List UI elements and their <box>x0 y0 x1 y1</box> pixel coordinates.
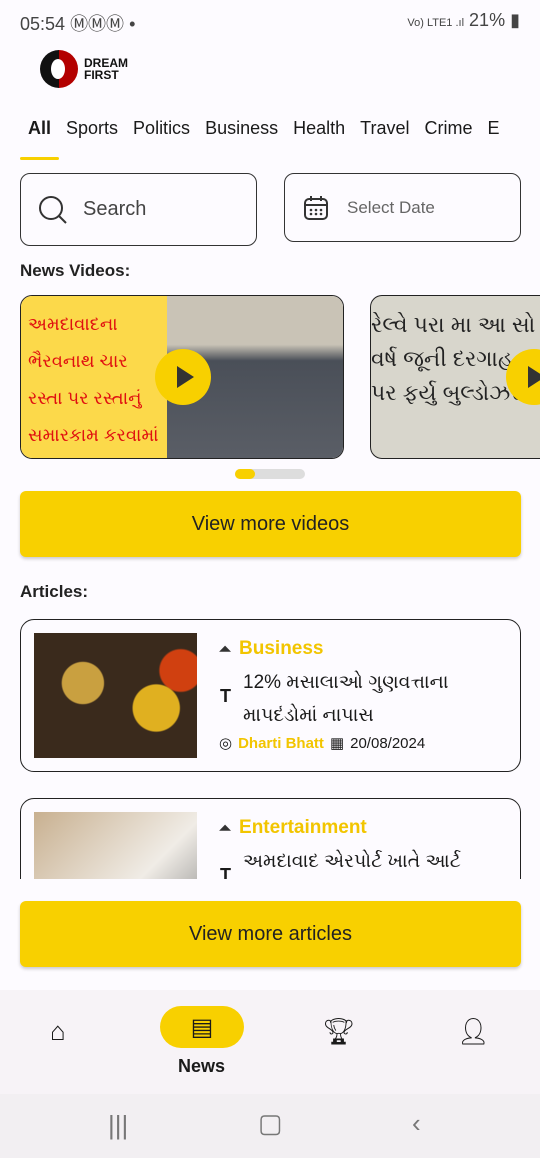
view-more-articles-button[interactable]: View more articles <box>20 901 521 967</box>
tab-politics[interactable]: Politics <box>133 118 190 139</box>
tab-crime[interactable]: Crime <box>424 118 472 139</box>
notification-icons: ⓂⓂⓂ • <box>70 14 136 34</box>
nav-news-label[interactable]: News <box>178 1056 225 1077</box>
battery-icon: ▮ <box>510 10 520 30</box>
search-icon <box>39 195 67 224</box>
play-icon[interactable] <box>155 349 211 405</box>
author-icon: ◎ <box>219 735 233 752</box>
category-tabs: All Sports Politics Business Health Trav… <box>28 118 500 139</box>
tab-sports[interactable]: Sports <box>66 118 118 139</box>
home-icon[interactable]: ⌂ <box>50 1016 66 1047</box>
active-tab-indicator <box>20 157 59 160</box>
status-bar: 05:54 ⓂⓂⓂ • Vo) LTE1 .ıl 21% ▮ <box>0 0 540 40</box>
video-card[interactable]: અમદાવાદના ભૈરવનાથ ચાર રસ્તા પર રસ્તાનું … <box>20 295 344 459</box>
tab-health[interactable]: Health <box>293 118 345 139</box>
article-title: 12% મસાલાઓ ગુણવત્તાના માપદંડોમાં નાપાસ <box>243 672 449 726</box>
article-date: 20/08/2024 <box>350 734 426 752</box>
news-icon[interactable]: ▤ <box>160 1006 244 1048</box>
signal-icon: Vo) LTE1 .ıl <box>407 17 465 29</box>
article-image <box>34 633 197 758</box>
tab-business[interactable]: Business <box>205 118 278 139</box>
video-title: અમદાવાદના ભૈરવનાથ ચાર રસ્તા પર રસ્તાનું … <box>21 296 167 458</box>
category-icon: ⏶ <box>219 819 232 837</box>
view-more-videos-button[interactable]: View more videos <box>20 491 521 557</box>
carousel-indicator <box>235 469 305 479</box>
home-button-icon[interactable]: ▢ <box>258 1108 283 1139</box>
clock: 05:54 <box>20 14 66 34</box>
articles-heading: Articles: <box>20 582 89 601</box>
date-placeholder: Select Date <box>347 197 435 217</box>
logo-text: FIRST <box>84 68 119 82</box>
calendar-icon <box>304 195 328 220</box>
category-icon: ⏶ <box>219 640 232 658</box>
search-input[interactable]: Search <box>20 173 257 246</box>
recent-apps-icon[interactable]: ||| <box>108 1110 128 1141</box>
tab-travel[interactable]: Travel <box>360 118 409 139</box>
date-picker[interactable]: Select Date <box>284 173 521 242</box>
back-icon[interactable]: ‹ <box>412 1108 421 1139</box>
trophy-icon[interactable]: 🏆︎ <box>322 1016 355 1047</box>
title-icon: T <box>220 686 231 706</box>
logo: DREAM FIRST <box>40 50 128 88</box>
tab-all[interactable]: All <box>28 118 51 139</box>
battery-level: 21% <box>469 10 506 30</box>
calendar-icon: ▦ <box>329 735 345 752</box>
videos-heading: News Videos: <box>20 261 131 280</box>
tab-more[interactable]: E <box>487 118 499 139</box>
system-navigation: ||| ▢ ‹ <box>0 1094 540 1158</box>
article-card[interactable]: ⏶ Business T 12% મસાલાઓ ગુણવત્તાના માપદંડ… <box>20 619 521 772</box>
bottom-navigation: ⌂ ▤ News 🏆︎ 👤︎ <box>0 990 540 1094</box>
profile-icon[interactable]: 👤︎ <box>457 1016 490 1047</box>
video-thumbnail <box>155 296 343 458</box>
search-placeholder: Search <box>83 198 147 220</box>
article-category: Entertainment <box>239 817 367 838</box>
article-title: અમદાવાદ એરપોર્ટ ખાતે આર્ટ <box>243 851 461 872</box>
logo-mark-icon <box>40 50 78 88</box>
video-card[interactable]: રેલ્વે પરા મા આ સો વર્ષ જૂની દરગાહ પર ફર… <box>370 295 540 459</box>
article-category: Business <box>239 638 324 659</box>
article-author: Dharti Bhatt <box>238 734 324 752</box>
